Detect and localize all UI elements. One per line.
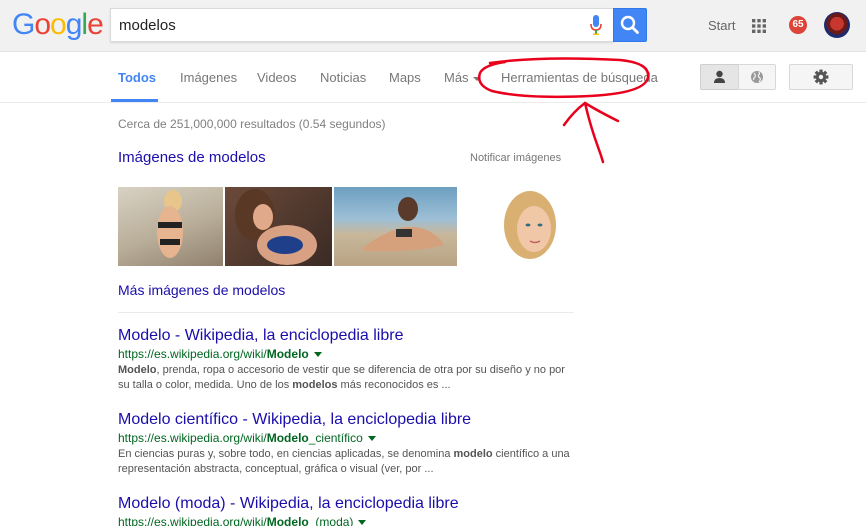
image-thumbnail[interactable] — [334, 187, 457, 266]
snippet-bold: Modelo — [118, 364, 157, 376]
result-url-bold: Modelo — [266, 515, 309, 526]
result-options-arrow-icon[interactable] — [358, 520, 367, 526]
snippet-text: En ciencias puras y, sobre todo, en cien… — [118, 448, 454, 460]
search-result: Modelo (moda) - Wikipedia, la encicloped… — [118, 494, 578, 526]
result-title-link[interactable]: Modelo (moda) - Wikipedia, la encicloped… — [118, 494, 578, 514]
hide-personal-results-button[interactable] — [738, 64, 776, 90]
tab-imagenes[interactable]: Imágenes — [180, 70, 237, 85]
divider — [118, 312, 574, 313]
result-options-arrow-icon[interactable] — [367, 436, 376, 442]
image-thumbnail-graphic — [235, 189, 317, 265]
image-thumbnail-graphic — [364, 197, 444, 252]
snippet-bold: modelos — [292, 379, 338, 391]
logo-letter-g: G — [12, 8, 35, 41]
result-title-link[interactable]: Modelo - Wikipedia, la enciclopedia libr… — [118, 326, 578, 346]
tab-videos[interactable]: Videos — [257, 70, 297, 85]
report-images-link[interactable]: Notificar imágenes — [470, 152, 561, 164]
search-tabs: Todos Imágenes Videos Noticias Maps Más … — [0, 52, 866, 103]
tab-maps[interactable]: Maps — [389, 70, 421, 85]
search-results-page: Google Start 65 Todos Imágene — [0, 0, 866, 526]
google-logo[interactable]: Google — [12, 8, 104, 42]
person-icon — [714, 70, 725, 83]
more-images-link[interactable]: Más imágenes de modelos — [118, 282, 285, 298]
active-tab-indicator — [111, 99, 158, 102]
gear-icon — [813, 69, 829, 85]
logo-letter-o2: o — [50, 8, 67, 41]
images-heading-link[interactable]: Imágenes de modelos — [118, 149, 266, 166]
tab-search-tools[interactable]: Herramientas de búsqueda — [501, 70, 658, 85]
result-url-suffix: _científico — [308, 431, 363, 445]
search-result: Modelo científico - Wikipedia, la encicl… — [118, 410, 578, 477]
result-url-bold: Modelo — [266, 431, 309, 445]
result-url-suffix: _(moda) — [308, 515, 354, 526]
tab-mas[interactable]: Más — [444, 70, 481, 85]
apps-grid-icon[interactable] — [752, 19, 766, 33]
search-box[interactable] — [110, 8, 614, 42]
result-url-prefix: https://es.wikipedia.org/wiki/ — [118, 431, 267, 445]
logo-letter-o1: o — [34, 8, 51, 41]
tab-mas-label: Más — [444, 70, 469, 85]
result-url: https://es.wikipedia.org/wiki/Modelo_cie… — [118, 430, 578, 446]
logo-letter-g2: g — [65, 8, 83, 41]
search-button[interactable] — [613, 8, 647, 42]
personal-results-button[interactable] — [700, 64, 739, 90]
search-icon — [620, 15, 639, 34]
tab-todos[interactable]: Todos — [118, 70, 156, 85]
result-url: https://es.wikipedia.org/wiki/Modelo — [118, 346, 578, 362]
snippet-bold: modelo — [453, 448, 493, 460]
chevron-down-icon — [472, 76, 481, 81]
image-thumbnail[interactable] — [225, 187, 332, 266]
result-url-prefix: https://es.wikipedia.org/wiki/ — [118, 515, 267, 526]
settings-button[interactable] — [789, 64, 853, 90]
image-thumbnail-graphic — [157, 190, 183, 258]
result-url: https://es.wikipedia.org/wiki/Modelo_(mo… — [118, 514, 578, 526]
result-title-link[interactable]: Modelo científico - Wikipedia, la encicl… — [118, 410, 578, 430]
start-link[interactable]: Start — [708, 18, 735, 33]
result-snippet: Modelo, prenda, ropa o accesorio de vest… — [118, 363, 578, 393]
tab-noticias[interactable]: Noticias — [320, 70, 366, 85]
result-snippet: En ciencias puras y, sobre todo, en cien… — [118, 447, 578, 477]
snippet-text: más reconocidos es ... — [337, 379, 451, 391]
result-url-prefix: https://es.wikipedia.org/wiki/ — [118, 347, 267, 361]
header-bar: Google Start 65 — [0, 0, 866, 52]
result-options-arrow-icon[interactable] — [313, 352, 322, 358]
microphone-icon[interactable] — [590, 14, 602, 36]
image-thumbnail[interactable] — [118, 187, 223, 266]
search-input[interactable] — [111, 9, 571, 41]
result-url-bold: Modelo — [266, 347, 309, 361]
logo-letter-e: e — [87, 8, 104, 41]
globe-icon — [751, 71, 763, 83]
image-thumbnail-graphic — [504, 191, 556, 259]
search-result: Modelo - Wikipedia, la enciclopedia libr… — [118, 326, 578, 393]
result-stats: Cerca de 251,000,000 resultados (0.54 se… — [118, 117, 386, 131]
avatar[interactable] — [824, 12, 850, 38]
notifications-badge[interactable]: 65 — [789, 16, 807, 34]
image-thumbnail[interactable] — [500, 187, 564, 266]
